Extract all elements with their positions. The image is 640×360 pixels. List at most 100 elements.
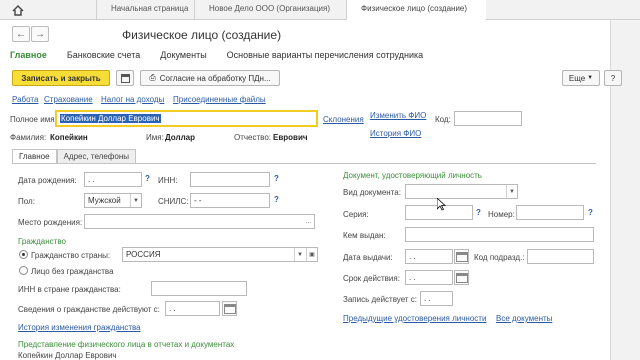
help-button[interactable]: ? bbox=[604, 70, 622, 86]
tab-person-create[interactable]: Физическое лицо (создание) bbox=[346, 0, 486, 20]
country-value: РОССИЯ bbox=[126, 250, 161, 259]
declension-link[interactable]: Склонения bbox=[323, 115, 364, 124]
number-help[interactable]: ? bbox=[588, 208, 593, 217]
birthdate-label: Дата рождения: bbox=[18, 176, 77, 185]
series-label: Серия: bbox=[343, 210, 369, 219]
lastname-label: Фамилия: bbox=[10, 133, 47, 142]
calendar-icon bbox=[455, 251, 468, 262]
valid-from-label: Запись действует с: bbox=[343, 295, 417, 304]
print-icon: ⎙ bbox=[149, 73, 156, 82]
mouse-cursor-icon bbox=[437, 198, 446, 211]
floppy-icon bbox=[120, 73, 130, 83]
patronymic-label: Отчество: bbox=[234, 133, 271, 142]
validity-label: Срок действия: bbox=[343, 274, 400, 283]
save-button[interactable] bbox=[116, 70, 134, 86]
more-button[interactable]: Еще ▼ bbox=[562, 70, 600, 86]
tab-home-page[interactable]: Начальная страница bbox=[96, 0, 194, 20]
birthplace-input[interactable]: … bbox=[84, 214, 315, 229]
firstname-value: Доллар bbox=[165, 133, 195, 142]
presentation-value: Копейкин Доллар Еврович bbox=[18, 351, 117, 360]
valid-from-input[interactable]: . . bbox=[420, 291, 453, 306]
link-work[interactable]: Работа bbox=[12, 95, 38, 104]
tab-organization[interactable]: Новое Дело ООО (Организация) bbox=[194, 0, 346, 20]
all-docs-link[interactable]: Все документы bbox=[496, 314, 552, 323]
issue-date-input[interactable]: . . bbox=[405, 249, 453, 264]
dropdown-icon: ▼ bbox=[506, 185, 517, 198]
fullname-value: Копейкин Доллар Еврович bbox=[60, 114, 161, 123]
issued-by-label: Кем выдан: bbox=[343, 231, 386, 240]
fullname-label: Полное имя: bbox=[10, 115, 57, 124]
citizenship-country-radio[interactable] bbox=[19, 250, 28, 259]
top-tab-bar: Начальная страница Новое Дело ООО (Орган… bbox=[0, 0, 640, 20]
birthdate-help[interactable]: ? bbox=[145, 174, 150, 183]
forward-button[interactable]: → bbox=[31, 26, 49, 42]
back-button[interactable]: ← bbox=[12, 26, 30, 42]
doc-title: Документ, удостоверяющий личность bbox=[343, 171, 482, 180]
cmd-bank-accounts[interactable]: Банковские счета bbox=[67, 50, 140, 60]
doc-type-select[interactable]: ▼ bbox=[405, 184, 518, 199]
citizenship-date-input[interactable]: . . bbox=[165, 301, 220, 316]
citizenship-history-link[interactable]: История изменения гражданства bbox=[18, 323, 141, 332]
snils-help[interactable]: ? bbox=[274, 195, 279, 204]
dropdown-icon: ▼ bbox=[130, 194, 141, 207]
tab-main[interactable]: Главное bbox=[12, 149, 57, 163]
tab-address-phones[interactable]: Адрес, телефоны bbox=[56, 149, 136, 163]
inn-help[interactable]: ? bbox=[274, 174, 279, 183]
calendar-button[interactable] bbox=[454, 270, 469, 285]
more-dots-icon: … bbox=[305, 218, 312, 225]
command-panel: Главное Банковские счета Документы Основ… bbox=[10, 50, 423, 60]
inn-input[interactable] bbox=[190, 172, 270, 187]
patronymic-value: Еврович bbox=[273, 133, 308, 142]
code-label: Код: bbox=[435, 115, 451, 124]
consent-button[interactable]: ⎙ Согласие на обработку ПДн... bbox=[140, 70, 280, 86]
link-insurance[interactable]: Страхование bbox=[44, 95, 93, 104]
inn-label: ИНН: bbox=[158, 176, 178, 185]
link-income-tax[interactable]: Налог на доходы bbox=[101, 95, 164, 104]
series-help[interactable]: ? bbox=[476, 208, 481, 217]
lastname-value: Копейкин bbox=[50, 133, 88, 142]
issue-date-label: Дата выдачи: bbox=[343, 253, 393, 262]
change-fio-link[interactable]: Изменить ФИО bbox=[370, 111, 426, 120]
birthdate-input[interactable]: . . bbox=[84, 172, 142, 187]
calendar-button[interactable] bbox=[454, 249, 469, 264]
country-select[interactable]: РОССИЯ ▼ ▣ bbox=[122, 247, 318, 262]
snils-input[interactable]: - - bbox=[190, 193, 270, 208]
citizenship-country-label: Гражданство страны: bbox=[31, 251, 111, 260]
inn-country-input[interactable] bbox=[151, 281, 247, 296]
history-fio-link[interactable]: История ФИО bbox=[370, 129, 421, 138]
birthplace-label: Место рождения: bbox=[18, 218, 83, 227]
save-close-button[interactable]: Записать и закрыть bbox=[12, 70, 110, 86]
gender-select[interactable]: Мужской ▼ bbox=[84, 193, 142, 208]
link-attached-files[interactable]: Присоединенные файлы bbox=[173, 95, 266, 104]
presentation-title: Представление физического лица в отчетах… bbox=[18, 340, 235, 349]
arrow-left-icon: ← bbox=[16, 28, 26, 40]
issued-by-input[interactable] bbox=[405, 227, 594, 242]
home-icon bbox=[12, 4, 24, 16]
prev-docs-link[interactable]: Предыдущие удостоверения личности bbox=[343, 314, 486, 323]
open-icon: ▣ bbox=[306, 248, 317, 261]
validity-input[interactable]: . . bbox=[405, 270, 453, 285]
help-icon: ? bbox=[610, 73, 616, 83]
number-label: Номер: bbox=[488, 210, 515, 219]
calendar-button[interactable] bbox=[222, 301, 237, 316]
gender-label: Пол: bbox=[18, 197, 35, 206]
consent-label: Согласие на обработку ПДн... bbox=[159, 73, 271, 83]
fullname-input[interactable]: Копейкин Доллар Еврович bbox=[55, 110, 318, 127]
arrow-right-icon: → bbox=[35, 28, 45, 40]
home-button[interactable] bbox=[4, 2, 32, 18]
cmd-payment-options[interactable]: Основные варианты перечисления сотрудник… bbox=[227, 50, 423, 60]
firstname-label: Имя: bbox=[146, 133, 164, 142]
snils-label: СНИЛС: bbox=[158, 197, 189, 206]
stateless-radio[interactable] bbox=[19, 266, 28, 275]
cmd-main[interactable]: Главное bbox=[10, 50, 47, 60]
dept-code-label: Код подразд.: bbox=[474, 253, 525, 262]
dropdown-icon: ▼ bbox=[294, 248, 305, 261]
cmd-documents[interactable]: Документы bbox=[160, 50, 206, 60]
gender-value: Мужской bbox=[88, 196, 121, 205]
page-title: Физическое лицо (создание) bbox=[122, 28, 282, 42]
more-label: Еще bbox=[568, 73, 586, 83]
dept-code-input[interactable] bbox=[527, 249, 594, 264]
number-input[interactable] bbox=[516, 205, 584, 220]
dropdown-icon: ▼ bbox=[587, 75, 594, 81]
code-input[interactable] bbox=[454, 111, 522, 126]
